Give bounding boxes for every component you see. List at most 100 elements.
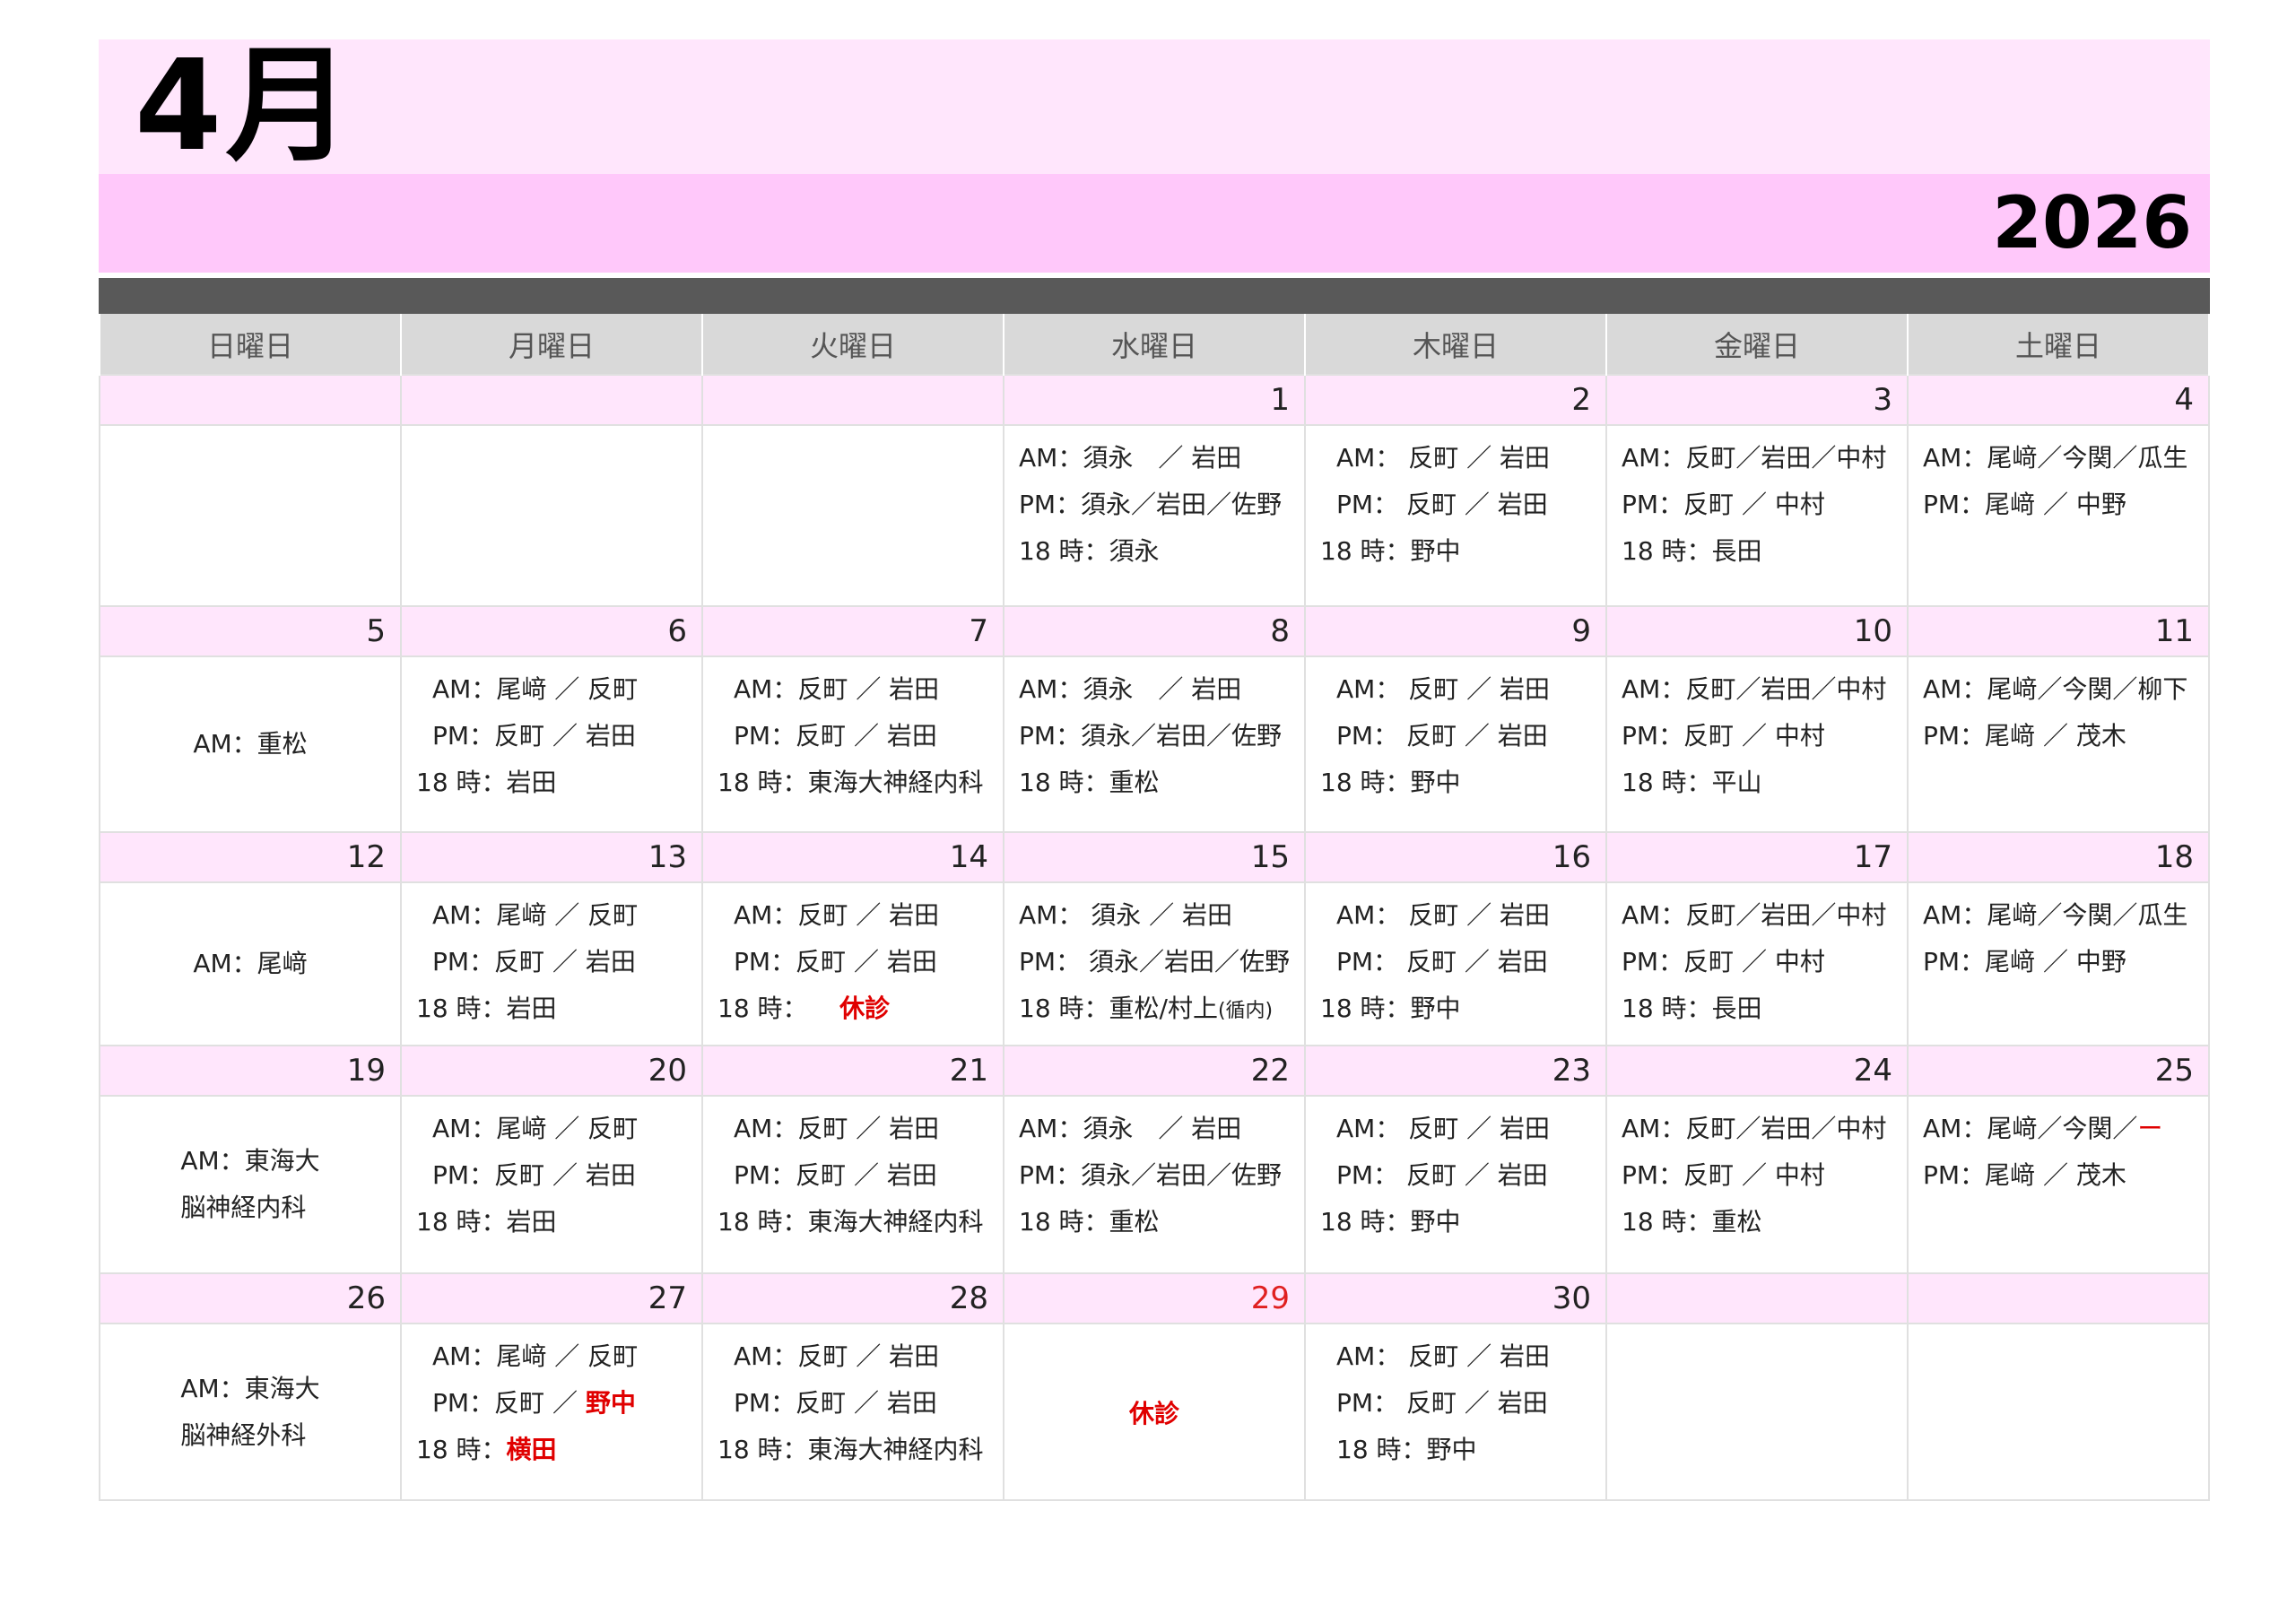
date-cell: 6 — [400, 605, 703, 657]
schedule-cell: AM：尾﨑／今関／瓜生 PM：尾﨑 ／ 中野 — [1907, 424, 2210, 607]
closed-label: 休診 — [839, 994, 891, 1023]
pm-line: PM：反町 ／ 中村 — [1622, 1160, 1825, 1190]
department-note: (循内) — [1217, 1000, 1274, 1022]
am-line: AM： 反町 ／ 岩田 — [1336, 674, 1551, 704]
date-cell: 4 — [1907, 374, 2210, 426]
pm-line: PM： 反町 ／ 岩田 — [1336, 1160, 1548, 1190]
date-cell: 5 — [99, 605, 402, 657]
schedule-cell-empty — [1605, 1323, 1909, 1501]
schedule-cell: AM： 反町 ／ 岩田 PM： 反町 ／ 岩田 18 時：野中 — [1304, 424, 1607, 607]
pm-line: PM：反町 ／ 中村 — [1622, 947, 1825, 976]
evening-line: 18 時：重松/村上(循内) — [1004, 985, 1304, 1032]
pm-line: PM：反町 ／ 岩田 — [734, 1160, 937, 1190]
dash-mark: ー — [2137, 1114, 2163, 1143]
evening-line: 18 時： 休診 — [703, 985, 1003, 1032]
pm-line: PM：反町 ／ 岩田 — [734, 947, 937, 976]
pm-line: PM：尾﨑 ／ 中野 — [1923, 947, 2126, 976]
evening-line: 18 時：長田 — [1622, 994, 1762, 1023]
am-line: AM：尾﨑 ／ 反町 — [432, 1114, 639, 1143]
header-divider-bar — [99, 278, 2210, 314]
date-cell: 21 — [701, 1045, 1004, 1097]
am-line: AM： 須永 ／ 岩田 — [1019, 900, 1233, 930]
substitute-doctor: 野中 — [585, 1388, 636, 1418]
schedule-cell: AM： 反町 ／ 岩田 PM： 反町 ／ 岩田 18 時：野中 — [1304, 1095, 1607, 1274]
date-cell: 20 — [400, 1045, 703, 1097]
am-line: AM：東海大 — [180, 1373, 320, 1403]
am-line: AM：尾﨑 ／ 反町 — [432, 1341, 639, 1371]
closed-label: 休診 — [1128, 1398, 1179, 1428]
am-line: AM：須永 ／ 岩田 — [1019, 1114, 1242, 1143]
schedule-cell: AM：反町 ／ 岩田 PM：反町 ／ 岩田 18 時：東海大神経内科 — [701, 655, 1004, 833]
pm-line: PM：須永／岩田／佐野 — [1019, 721, 1283, 751]
month-title-band: 4月 — [99, 39, 2210, 174]
schedule-cell: AM：反町 ／ 岩田 PM：反町 ／ 岩田 18 時：東海大神経内科 — [701, 1323, 1004, 1501]
schedule-cell: AM： 反町 ／ 岩田 PM： 反町 ／ 岩田 18 時：野中 — [1304, 1323, 1607, 1501]
calendar-page: 4月 2026 日曜日 月曜日 火曜日 水曜日 木曜日 金曜日 土曜日 1 2 … — [99, 39, 2210, 1501]
pm-line: PM：反町 ／ 中村 — [1622, 490, 1825, 519]
pm-line: PM： 反町 ／ 岩田 — [1336, 1388, 1548, 1418]
schedule-cell: AM： 反町 ／ 岩田 PM： 反町 ／ 岩田 18 時：野中 — [1304, 655, 1607, 833]
week3-schedule-row: AM：尾﨑 AM：尾﨑 ／ 反町 PM：反町 ／ 岩田 18 時：岩田 AM：反… — [99, 881, 2210, 1046]
am-line: AM：東海大 — [180, 1146, 320, 1176]
pm-line: PM： 反町 ／ 岩田 — [1336, 721, 1548, 751]
schedule-cell: AM：反町／岩田／中村 PM：反町 ／ 中村 18 時：長田 — [1605, 424, 1909, 607]
date-cell: 7 — [701, 605, 1004, 657]
am-line: AM：尾﨑／今関／瓜生 — [1923, 443, 2188, 473]
evening-line: 18 時：東海大神経内科 — [718, 1207, 984, 1237]
pm-line: PM：反町 ／ 野中 — [402, 1380, 701, 1427]
am-line: AM：重松 — [193, 729, 308, 759]
date-cell: 10 — [1605, 605, 1909, 657]
evening-line: 18 時：長田 — [1622, 536, 1762, 566]
schedule-cell: AM：尾﨑 ／ 反町 PM：反町 ／ 岩田 18 時：岩田 — [400, 881, 703, 1046]
pm-line: PM：須永／岩田／佐野 — [1019, 490, 1283, 519]
date-cell: 28 — [701, 1272, 1004, 1324]
am-line: AM：尾﨑／今関／柳下 — [1923, 674, 2188, 704]
weekday-tuesday: 火曜日 — [701, 314, 1004, 375]
evening-label: 18 時：重松/村上 — [1019, 994, 1218, 1023]
substitute-doctor: 横田 — [506, 1435, 557, 1464]
pm-line: PM：尾﨑 ／ 茂木 — [1923, 1160, 2126, 1190]
date-cell — [701, 374, 1004, 426]
week1-date-row: 1 2 3 4 — [99, 374, 2210, 426]
year-label: 2026 — [1992, 181, 2192, 265]
pm-line: PM：反町 ／ 岩田 — [432, 947, 636, 976]
am-line: AM： 反町 ／ 岩田 — [1336, 900, 1551, 930]
pm-line: PM：反町 ／ 岩田 — [432, 1160, 636, 1190]
schedule-cell-empty — [701, 424, 1004, 607]
department-line: 脳神経外科 — [180, 1419, 307, 1450]
evening-line: 18 時：岩田 — [416, 1207, 557, 1237]
evening-line: 18 時：野中 — [1336, 1435, 1477, 1464]
schedule-cell-empty — [99, 424, 402, 607]
am-doctors: AM：尾﨑／今関／ — [1923, 1114, 2138, 1143]
evening-label: 18 時： — [416, 1435, 507, 1464]
date-cell: 1 — [1003, 374, 1306, 426]
am-line: AM：尾﨑／今関／瓜生 — [1923, 900, 2188, 930]
schedule-cell: AM：東海大 脳神経内科 — [99, 1095, 402, 1274]
schedule-cell: AM： 反町 ／ 岩田 PM： 反町 ／ 岩田 18 時：野中 — [1304, 881, 1607, 1046]
schedule-cell: AM：須永 ／ 岩田 PM：須永／岩田／佐野 18 時：重松 — [1003, 1095, 1306, 1274]
evening-line: 18 時：野中 — [1320, 1207, 1461, 1237]
month-title: 4月 — [135, 33, 355, 179]
am-line: AM：反町／岩田／中村 — [1622, 674, 1887, 704]
date-cell — [400, 374, 703, 426]
schedule-cell-holiday: 休診 — [1003, 1323, 1306, 1501]
weekday-monday: 月曜日 — [400, 314, 703, 375]
am-line: AM：須永 ／ 岩田 — [1019, 674, 1242, 704]
evening-line: 18 時：岩田 — [416, 994, 557, 1023]
schedule-cell: AM： 須永 ／ 岩田 PM： 須永／岩田／佐野 18 時：重松/村上(循内) — [1003, 881, 1306, 1046]
am-line: AM：尾﨑 — [193, 949, 308, 978]
date-cell: 18 — [1907, 831, 2210, 883]
schedule-cell: AM：尾﨑 — [99, 881, 402, 1046]
schedule-cell: AM：尾﨑／今関／ー PM：尾﨑 ／ 茂木 — [1907, 1095, 2210, 1274]
date-cell: 13 — [400, 831, 703, 883]
schedule-cell: AM：尾﨑 ／ 反町 PM：反町 ／ 岩田 18 時：岩田 — [400, 655, 703, 833]
schedule-cell: AM：東海大 脳神経外科 — [99, 1323, 402, 1501]
weekday-sunday: 日曜日 — [99, 314, 402, 375]
date-cell: 12 — [99, 831, 402, 883]
week2-schedule-row: AM：重松 AM：尾﨑 ／ 反町 PM：反町 ／ 岩田 18 時：岩田 AM：反… — [99, 655, 2210, 833]
date-cell: 17 — [1605, 831, 1909, 883]
am-line: AM： 反町 ／ 岩田 — [1336, 443, 1551, 473]
pm-line: PM：反町 ／ 岩田 — [734, 1388, 937, 1418]
calendar-grid: 日曜日 月曜日 火曜日 水曜日 木曜日 金曜日 土曜日 1 2 3 4 AM：須… — [99, 314, 2210, 1501]
schedule-cell: AM：反町 ／ 岩田 PM：反町 ／ 岩田 18 時：東海大神経内科 — [701, 1095, 1004, 1274]
